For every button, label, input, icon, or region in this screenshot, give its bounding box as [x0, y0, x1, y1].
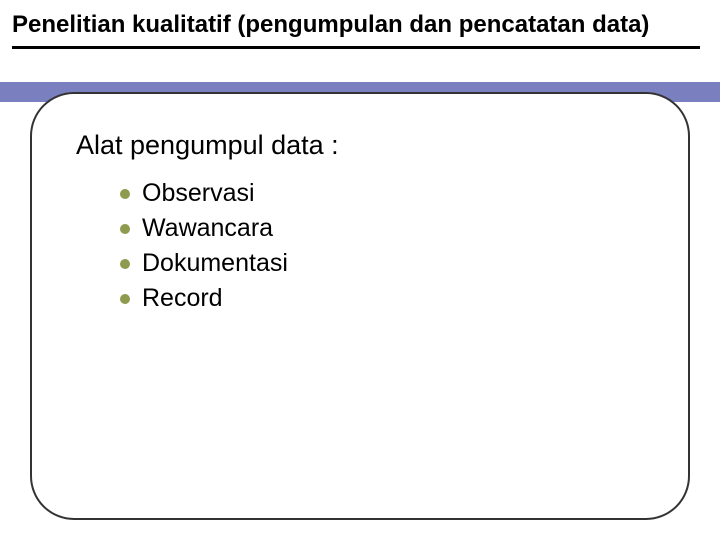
list-item: Observasi	[120, 179, 644, 208]
slide-title-block: Penelitian kualitatif (pengumpulan dan p…	[12, 10, 700, 49]
content-box: Alat pengumpul data : Observasi Wawancar…	[30, 92, 690, 520]
list-item: Dokumentasi	[120, 249, 644, 278]
section-heading: Alat pengumpul data :	[76, 130, 644, 161]
bullet-text: Record	[142, 284, 223, 313]
list-item: Record	[120, 284, 644, 313]
bullet-icon	[120, 224, 130, 234]
bullet-text: Dokumentasi	[142, 249, 288, 278]
bullet-list: Observasi Wawancara Dokumentasi Record	[120, 179, 644, 313]
bullet-text: Wawancara	[142, 214, 273, 243]
bullet-icon	[120, 294, 130, 304]
slide-title: Penelitian kualitatif (pengumpulan dan p…	[12, 10, 700, 40]
bullet-icon	[120, 189, 130, 199]
title-underline	[12, 46, 700, 49]
bullet-icon	[120, 259, 130, 269]
bullet-text: Observasi	[142, 179, 255, 208]
list-item: Wawancara	[120, 214, 644, 243]
